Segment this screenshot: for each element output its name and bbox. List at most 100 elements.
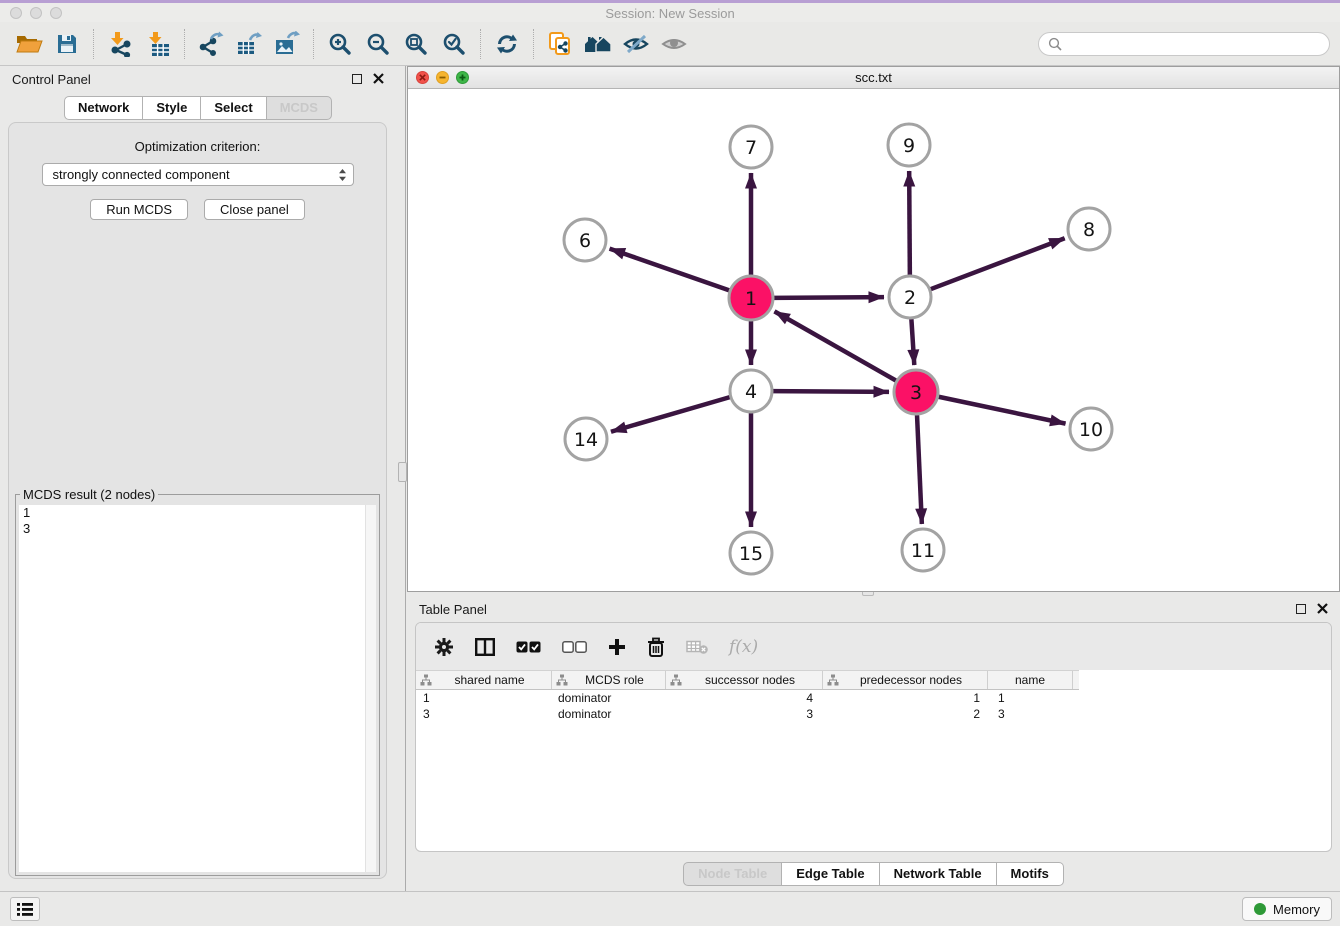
- control-tab-network[interactable]: Network: [64, 96, 143, 120]
- graph-edge-2-9[interactable]: [909, 171, 910, 275]
- table-cell: dominator: [552, 690, 666, 706]
- column-header-label: successor nodes: [682, 673, 818, 687]
- memory-button-label: Memory: [1273, 902, 1320, 917]
- apply-layout-refresh-button[interactable]: [488, 27, 526, 61]
- hide-panel-eye-slash-icon: [622, 32, 650, 56]
- column-header-label: predecessor nodes: [839, 673, 983, 687]
- table-tab-network-table[interactable]: Network Table: [880, 862, 997, 886]
- zoom-fit-button[interactable]: [397, 27, 435, 61]
- network-graph[interactable]: 7 9 6 8 1 2 4 3 14 10 15 11: [408, 89, 1339, 591]
- duplicate-network-button[interactable]: [541, 27, 579, 61]
- import-network-button[interactable]: [101, 27, 139, 61]
- graph-edge-3-11[interactable]: [917, 415, 922, 524]
- graph-node-1[interactable]: 1: [729, 276, 773, 320]
- table-panel: Table Panel f(x) shared nameMCDS rolesuc…: [407, 596, 1340, 890]
- network-close-icon[interactable]: [416, 71, 429, 84]
- graph-edge-3-10[interactable]: [939, 397, 1066, 424]
- column-header-MCDS-role[interactable]: MCDS role: [552, 671, 666, 689]
- select-all-icon[interactable]: [516, 641, 541, 653]
- close-table-panel-icon[interactable]: [1317, 603, 1328, 614]
- close-panel-button[interactable]: Close panel: [204, 199, 305, 220]
- graph-edge-4-14[interactable]: [611, 397, 730, 432]
- export-table-button[interactable]: [230, 27, 268, 61]
- toolbar-separator: [480, 29, 481, 59]
- graph-node-15[interactable]: 15: [730, 532, 772, 574]
- column-header-name[interactable]: name: [988, 671, 1073, 689]
- network-window-titlebar[interactable]: scc.txt: [408, 67, 1339, 89]
- close-panel-icon[interactable]: [373, 73, 384, 84]
- open-session-button[interactable]: [10, 27, 48, 61]
- network-zoom-icon[interactable]: [456, 71, 469, 84]
- table-tab-edge-table[interactable]: Edge Table: [782, 862, 879, 886]
- graph-edge-1-2[interactable]: [774, 297, 884, 298]
- add-column-icon[interactable]: [608, 638, 626, 656]
- export-network-button[interactable]: [192, 27, 230, 61]
- import-table-button[interactable]: [139, 27, 177, 61]
- memory-status-dot: [1254, 903, 1266, 915]
- graph-node-4[interactable]: 4: [730, 370, 772, 412]
- table-cell: 4: [666, 690, 823, 706]
- table-row[interactable]: 1dominator411: [416, 690, 1331, 706]
- settings-gear-icon[interactable]: [434, 637, 454, 657]
- graph-node-10[interactable]: 10: [1070, 408, 1112, 450]
- column-type-icon: [556, 674, 568, 686]
- mcds-result-area[interactable]: 13: [19, 505, 376, 872]
- table-tab-node-table[interactable]: Node Table: [683, 862, 782, 886]
- import-network-icon: [107, 31, 133, 57]
- graph-node-3[interactable]: 3: [894, 370, 938, 414]
- result-scrollbar[interactable]: [365, 505, 376, 872]
- zoom-out-button[interactable]: [359, 27, 397, 61]
- float-panel-icon[interactable]: [352, 74, 362, 84]
- graph-node-2[interactable]: 2: [889, 276, 931, 318]
- search-input[interactable]: [1067, 35, 1320, 52]
- graph-node-14[interactable]: 14: [565, 418, 607, 460]
- graph-node-9[interactable]: 9: [888, 124, 930, 166]
- graph-edge-2-3[interactable]: [911, 319, 914, 365]
- refresh-icon: [494, 31, 520, 57]
- search-box[interactable]: [1038, 32, 1330, 56]
- hide-panel-button[interactable]: [617, 27, 655, 61]
- show-panel-button[interactable]: [655, 27, 693, 61]
- graph-node-8[interactable]: 8: [1068, 208, 1110, 250]
- graph-node-11[interactable]: 11: [902, 529, 944, 571]
- column-header-shared-name[interactable]: shared name: [416, 671, 552, 689]
- column-header-label: name: [992, 673, 1068, 687]
- table-header-row: shared nameMCDS role successor nodes prede…: [416, 670, 1079, 690]
- control-tab-mcds[interactable]: MCDS: [267, 96, 332, 120]
- save-session-button[interactable]: [48, 27, 86, 61]
- memory-button[interactable]: Memory: [1242, 897, 1332, 921]
- control-tab-style[interactable]: Style: [143, 96, 201, 120]
- run-mcds-button[interactable]: Run MCDS: [90, 199, 188, 220]
- network-overview-button[interactable]: [579, 27, 617, 61]
- graph-edge-2-8[interactable]: [931, 238, 1065, 289]
- graph-node-7[interactable]: 7: [730, 126, 772, 168]
- control-tab-select[interactable]: Select: [201, 96, 266, 120]
- delete-column-trash-icon[interactable]: [647, 637, 665, 657]
- network-canvas[interactable]: 7 9 6 8 1 2 4 3 14 10 15 11: [408, 89, 1339, 591]
- export-image-button[interactable]: [268, 27, 306, 61]
- table-cell: 3: [416, 706, 552, 722]
- graph-node-label: 15: [739, 543, 763, 565]
- split-view-icon[interactable]: [475, 638, 495, 656]
- table-cell: 2: [823, 706, 988, 722]
- table-cell: dominator: [552, 706, 666, 722]
- window-titlebar: Session: New Session: [0, 3, 1340, 22]
- table-tab-motifs[interactable]: Motifs: [997, 862, 1064, 886]
- column-header-predecessor-nodes[interactable]: predecessor nodes: [823, 671, 988, 689]
- graph-edge-1-6[interactable]: [610, 249, 730, 291]
- task-history-button[interactable]: [10, 897, 40, 921]
- graph-node-6[interactable]: 6: [564, 219, 606, 261]
- graph-edge-4-3[interactable]: [773, 391, 889, 392]
- graph-edge-3-1[interactable]: [774, 311, 896, 380]
- network-overview-houses-icon: [583, 32, 613, 56]
- column-header-successor-nodes[interactable]: successor nodes: [666, 671, 823, 689]
- criterion-dropdown[interactable]: strongly connected component: [42, 163, 354, 186]
- zoom-in-button[interactable]: [321, 27, 359, 61]
- table-row[interactable]: 3dominator323: [416, 706, 1331, 722]
- network-view-window: scc.txt 7 9 6 8 1 2 4 3 14 10 15 11: [407, 66, 1340, 592]
- network-minimize-icon[interactable]: [436, 71, 449, 84]
- vertical-split-handle[interactable]: [398, 462, 407, 482]
- deselect-all-icon[interactable]: [562, 641, 587, 653]
- float-table-panel-icon[interactable]: [1296, 604, 1306, 614]
- zoom-selected-button[interactable]: [435, 27, 473, 61]
